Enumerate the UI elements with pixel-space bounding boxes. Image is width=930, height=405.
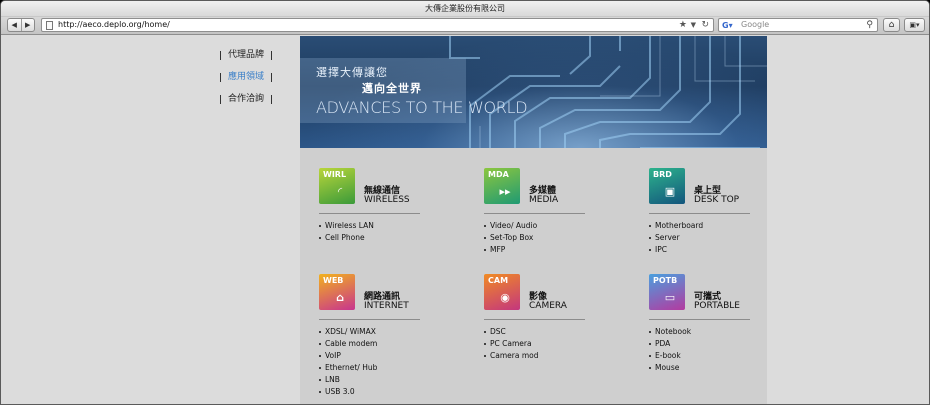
page-viewport: 代理品牌 應用領域 合作洽詢 選擇大傳讓您 邁向全世界 ADVANCES TO … — [1, 36, 929, 404]
list-item[interactable]: PDA — [649, 338, 691, 350]
divider — [649, 213, 750, 214]
list-item[interactable]: Motherboard — [649, 220, 703, 232]
fast-forward-icon: ▸▸ — [499, 185, 511, 198]
home-icon: ⌂ — [888, 20, 895, 30]
list-item[interactable]: DSC — [484, 326, 538, 338]
hero-banner: 選擇大傳讓您 邁向全世界 ADVANCES TO THE WORLD — [300, 36, 767, 148]
category-title-en[interactable]: INTERNET — [364, 301, 409, 311]
window-title: 大傳企業股份有限公司 — [1, 1, 929, 17]
list-item[interactable]: Set-Top Box — [484, 232, 537, 244]
category-title-en[interactable]: MEDIA — [529, 195, 558, 205]
search-icon[interactable]: ⚲ — [866, 19, 873, 31]
list-item[interactable]: VoIP — [319, 350, 377, 362]
category-tile[interactable]: POTB ▭ — [649, 274, 685, 310]
search-input[interactable]: G▾ Google ⚲ — [718, 18, 878, 32]
address-bar[interactable]: http://aeco.deplo.org/home/ ★ ▼ ↻ — [41, 18, 714, 32]
list-item[interactable]: E-book — [649, 350, 691, 362]
banner-line-1: 選擇大傳讓您 — [316, 66, 388, 79]
side-navigation: 代理品牌 應用領域 合作洽詢 — [220, 50, 273, 116]
browser-window: 大傳企業股份有限公司 ◀ ▶ http://aeco.deplo.org/hom… — [0, 0, 930, 405]
list-item[interactable]: Wireless LAN — [319, 220, 374, 232]
forward-button[interactable]: ▶ — [22, 19, 35, 31]
applications-grid: WIRL ◜ 無線通信 WIRELESS Wireless LAN Cell P… — [300, 148, 767, 404]
category-title-en[interactable]: DESK TOP — [694, 195, 739, 205]
category-title-en[interactable]: CAMERA — [529, 301, 567, 311]
list-item[interactable]: Video/ Audio — [484, 220, 537, 232]
url-text: http://aeco.deplo.org/home/ — [58, 20, 170, 29]
banner-slogan: ADVANCES TO THE WORLD — [316, 98, 528, 117]
category-code: WEB — [323, 276, 344, 285]
category-code: BRD — [653, 170, 672, 179]
category-item-list: Video/ Audio Set-Top Box MFP — [484, 220, 537, 256]
list-item[interactable]: USB 3.0 — [319, 386, 377, 398]
divider — [271, 95, 273, 104]
reload-icon[interactable]: ↻ — [701, 19, 709, 31]
divider — [319, 213, 420, 214]
category-tile[interactable]: WIRL ◜ — [319, 168, 355, 204]
back-button[interactable]: ◀ — [8, 19, 22, 31]
divider — [649, 319, 750, 320]
list-item[interactable]: Mouse — [649, 362, 691, 374]
list-item[interactable]: Cell Phone — [319, 232, 374, 244]
sidenav-item-brands[interactable]: 代理品牌 — [220, 50, 273, 61]
menu-icon: ▣▾ — [909, 21, 920, 29]
category-tile[interactable]: BRD ▣ — [649, 168, 685, 204]
router-icon: ⌂ — [336, 291, 344, 304]
divider — [319, 319, 420, 320]
category-item-list: DSC PC Camera Camera mod — [484, 326, 538, 362]
home-button[interactable]: ⌂ — [883, 18, 900, 32]
category-code: MDA — [488, 170, 509, 179]
divider — [484, 319, 585, 320]
category-tile[interactable]: WEB ⌂ — [319, 274, 355, 310]
sidenav-item-label[interactable]: 應用領域 — [221, 72, 271, 83]
category-title-en[interactable]: PORTABLE — [694, 301, 740, 311]
chevron-down-icon[interactable]: ▼ — [691, 19, 696, 31]
list-item[interactable]: XDSL/ WiMAX — [319, 326, 377, 338]
search-placeholder: Google — [741, 20, 770, 29]
sidenav-item-label[interactable]: 代理品牌 — [221, 50, 271, 61]
divider — [484, 213, 585, 214]
category-code: WIRL — [323, 170, 347, 179]
list-item[interactable]: IPC — [649, 244, 703, 256]
category-title-en[interactable]: WIRELESS — [364, 195, 410, 205]
nav-buttons: ◀ ▶ — [7, 18, 35, 32]
list-item[interactable]: Server — [649, 232, 703, 244]
browser-toolbar: ◀ ▶ http://aeco.deplo.org/home/ ★ ▼ ↻ G▾… — [1, 17, 929, 35]
list-item[interactable]: Camera mod — [484, 350, 538, 362]
list-item[interactable]: MFP — [484, 244, 537, 256]
sidenav-item-cooperation[interactable]: 合作洽詢 — [220, 94, 273, 105]
chip-icon: ▣ — [664, 185, 676, 198]
sidenav-item-applications[interactable]: 應用領域 — [220, 72, 273, 83]
category-item-list: Wireless LAN Cell Phone — [319, 220, 374, 244]
banner-line-2: 邁向全世界 — [362, 82, 422, 95]
list-item[interactable]: Notebook — [649, 326, 691, 338]
list-item[interactable]: PC Camera — [484, 338, 538, 350]
bookmark-star-icon[interactable]: ★ — [679, 19, 687, 31]
page-icon — [46, 21, 53, 30]
webcam-icon: ◉ — [500, 291, 510, 304]
sidenav-item-label[interactable]: 合作洽詢 — [221, 94, 271, 105]
category-item-list: Motherboard Server IPC — [649, 220, 703, 256]
divider — [271, 73, 273, 82]
list-item[interactable]: LNB — [319, 374, 377, 386]
category-code: POTB — [653, 276, 678, 285]
google-icon[interactable]: G▾ — [722, 20, 733, 32]
list-item[interactable]: Ethernet/ Hub — [319, 362, 377, 374]
menu-button[interactable]: ▣▾ — [904, 18, 925, 32]
category-tile[interactable]: MDA ▸▸ — [484, 168, 520, 204]
category-tile[interactable]: CAM ◉ — [484, 274, 520, 310]
wifi-icon: ◜ — [337, 185, 343, 198]
divider — [271, 51, 273, 60]
list-item[interactable]: Cable modem — [319, 338, 377, 350]
category-item-list: Notebook PDA E-book Mouse — [649, 326, 691, 374]
category-code: CAM — [488, 276, 509, 285]
category-item-list: XDSL/ WiMAX Cable modem VoIP Ethernet/ H… — [319, 326, 377, 398]
laptop-icon: ▭ — [664, 291, 676, 304]
